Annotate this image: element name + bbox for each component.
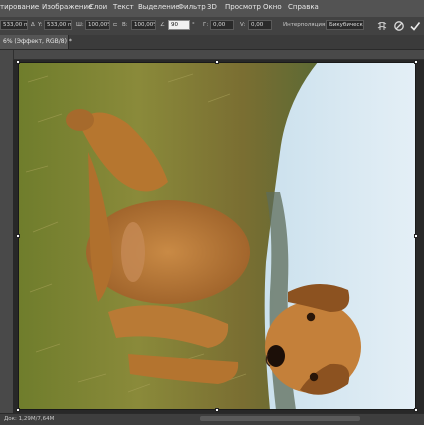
height-label: В: [122, 22, 128, 28]
link-icon[interactable]: ⊏ [113, 22, 118, 28]
menu-item-view[interactable]: Просмотр [225, 3, 261, 11]
width-label: Ш: [76, 22, 84, 28]
vskew-label: V: [240, 22, 246, 28]
cancel-transform-icon[interactable] [393, 20, 405, 32]
menu-item-window[interactable]: Окно [263, 3, 282, 11]
menu-item-help[interactable]: Справка [288, 3, 319, 11]
height-scale-field[interactable]: 100,00% [131, 20, 156, 30]
horizontal-scrollbar[interactable] [200, 416, 360, 421]
document-tab-title: 6% (Эффект, RGB/8) * [3, 38, 72, 45]
menu-item-type[interactable]: Текст [113, 3, 134, 11]
interpolation-label: Интерполяция: [283, 22, 328, 28]
vskew-field[interactable]: 0,00 [248, 20, 272, 30]
menu-item-layers[interactable]: Слои [89, 3, 107, 11]
warp-icon[interactable] [376, 20, 388, 32]
menu-item-image[interactable]: Изображение [42, 3, 92, 11]
x-position-field[interactable]: 533,00 пи [0, 20, 28, 30]
menu-item-filter[interactable]: Фильтр [178, 3, 206, 11]
hskew-field[interactable]: 0,00 [210, 20, 234, 30]
transform-handle-bottom-center[interactable] [215, 408, 219, 412]
y-position-field[interactable]: 533,00 пи [44, 20, 72, 30]
menu-item-select[interactable]: Выделение [138, 3, 180, 11]
commit-transform-icon[interactable] [409, 20, 421, 32]
interpolation-select[interactable]: Бикубическая [326, 20, 364, 30]
vertical-ruler[interactable] [0, 50, 14, 413]
menu-item-edit[interactable]: тирование [0, 3, 39, 11]
angle-field[interactable]: 90 [168, 20, 190, 30]
transform-handle-top-center[interactable] [215, 60, 219, 64]
width-scale-field[interactable]: 100,00% [85, 20, 110, 30]
transform-handle-top-right[interactable] [414, 60, 418, 64]
document-size-info: Док: 1,29М/7,64М [4, 416, 55, 422]
menu-bar: тирование Изображение Слои Текст Выделен… [0, 0, 424, 18]
transform-handle-bottom-left[interactable] [16, 408, 20, 412]
transform-handle-top-left[interactable] [16, 60, 20, 64]
rotate-icon: ∠ [160, 22, 165, 28]
transform-handle-middle-right[interactable] [414, 234, 418, 238]
transform-bounding-box[interactable] [18, 62, 416, 410]
transform-handle-bottom-right[interactable] [414, 408, 418, 412]
hskew-label: Г: [203, 22, 209, 28]
options-bar: 533,00 пи Δ Y: 533,00 пи Ш: 100,00% ⊏ В:… [0, 17, 424, 36]
menu-item-3d[interactable]: 3D [207, 3, 217, 11]
y-label: Y: [38, 22, 43, 28]
transform-handle-middle-left[interactable] [16, 234, 20, 238]
document-tab[interactable]: 6% (Эффект, RGB/8) * [0, 35, 72, 49]
document-tab-bar: 6% (Эффект, RGB/8) * [0, 35, 424, 50]
horizontal-ruler[interactable] [13, 50, 424, 65]
delta-icon: Δ [31, 22, 35, 28]
degree-label: ° [192, 22, 195, 28]
